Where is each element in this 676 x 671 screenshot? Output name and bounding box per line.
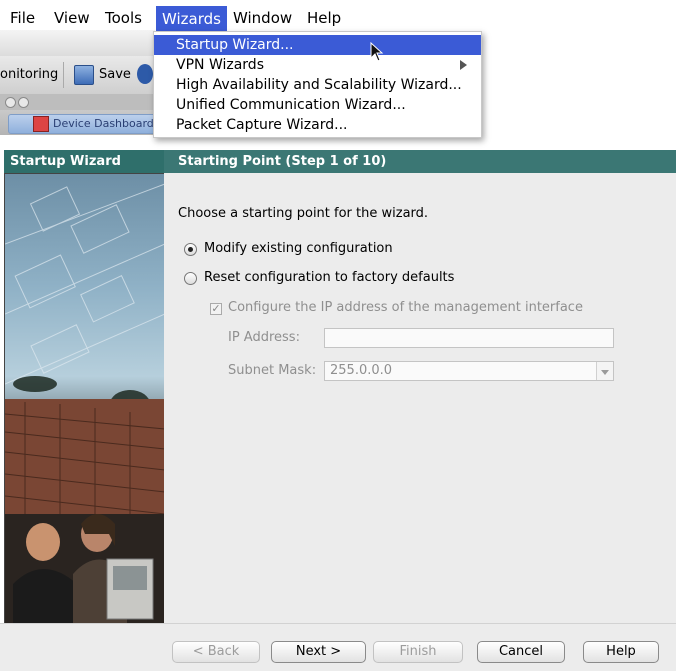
background-app-toolbar: onitoring Save Device Dashboard [0,30,157,135]
subnet-mask-label: Subnet Mask: [228,363,317,378]
menu-wizards[interactable]: Wizards [156,6,227,32]
radio-modify-existing[interactable]: Modify existing configuration [184,241,484,259]
checkbox-label: Configure the IP address of the manageme… [228,300,583,315]
menu-item-unified-communication-wizard[interactable]: Unified Communication Wizard... [154,95,481,115]
menu-help[interactable]: Help [301,0,347,30]
ip-address-field[interactable] [324,328,614,348]
wizard-side-artwork [4,173,166,625]
toolbar-top-strip [0,30,155,56]
tab-label: Device Dashboard [53,117,154,130]
ip-address-label: IP Address: [228,330,300,345]
menu-item-packet-capture-wizard[interactable]: Packet Capture Wizard... [154,115,481,135]
chevron-down-icon[interactable] [596,362,613,380]
tab-row: Device Dashboard [0,110,157,135]
menu-item-vpn-wizards[interactable]: VPN Wizards [154,55,481,75]
menu-item-label: VPN Wizards [176,57,264,73]
network-graphic-icon [5,183,165,624]
instruction-text: Choose a starting point for the wizard. [178,206,429,221]
brick-wall-graphic [5,399,165,534]
refresh-icon[interactable] [137,64,153,84]
menu-item-startup-wizard[interactable]: Startup Wizard... [154,35,481,55]
checkbox-checked-disabled[interactable]: ✓ [210,303,222,315]
wizard-side-title: Startup Wizard [4,150,164,173]
wizard-step-title: Starting Point (Step 1 of 10) [164,150,676,173]
radio-label: Reset configuration to factory defaults [204,270,455,285]
subnet-mask-combobox[interactable]: 255.0.0.0 [324,361,614,381]
save-button[interactable]: Save [99,67,131,82]
tab-device-dashboard[interactable]: Device Dashboard [8,114,157,134]
help-button[interactable]: Help [583,641,659,663]
wizards-dropdown-menu: Startup Wizard... VPN Wizards High Avail… [153,31,482,138]
subnet-mask-value: 255.0.0.0 [330,363,393,378]
mouse-pointer-icon [370,42,384,62]
toolbar-divider [63,62,64,88]
menu-item-label: High Availability and Scalability Wizard… [176,77,462,93]
wizard-button-bar: < Back Next > Finish Cancel Help [0,623,676,671]
menu-item-label: Startup Wizard... [176,37,294,53]
monitoring-button[interactable]: onitoring [0,67,58,82]
next-button[interactable]: Next > [271,641,366,663]
submenu-arrow-icon [460,60,467,70]
finish-button[interactable]: Finish [373,641,463,663]
menu-tools[interactable]: Tools [99,0,148,30]
menu-bar: File View Tools Wizards Window Help [0,0,676,32]
menu-item-label: Packet Capture Wizard... [176,117,348,133]
menu-file[interactable]: File [4,0,41,30]
menu-item-high-availability-wizard[interactable]: High Availability and Scalability Wizard… [154,75,481,95]
wizard-content-panel: Choose a starting point for the wizard. … [164,173,676,623]
window-controls-row [0,94,155,110]
menu-window[interactable]: Window [227,0,298,30]
window-minimize-icon[interactable] [18,97,29,108]
radio-button-unchecked[interactable] [184,272,197,285]
window-close-icon[interactable] [5,97,16,108]
toolbar-row: onitoring Save [0,56,155,95]
radio-button-checked[interactable] [184,243,197,256]
menu-item-label: Unified Communication Wizard... [176,97,406,113]
checkbox-configure-ip[interactable]: ✓ Configure the IP address of the manage… [210,300,630,318]
radio-reset-factory-defaults[interactable]: Reset configuration to factory defaults [184,270,504,288]
back-button[interactable]: < Back [172,641,260,663]
save-icon[interactable] [74,65,94,85]
radio-label: Modify existing configuration [204,241,393,256]
dashboard-icon [33,116,49,132]
cancel-button[interactable]: Cancel [477,641,565,663]
menu-view[interactable]: View [48,0,96,30]
